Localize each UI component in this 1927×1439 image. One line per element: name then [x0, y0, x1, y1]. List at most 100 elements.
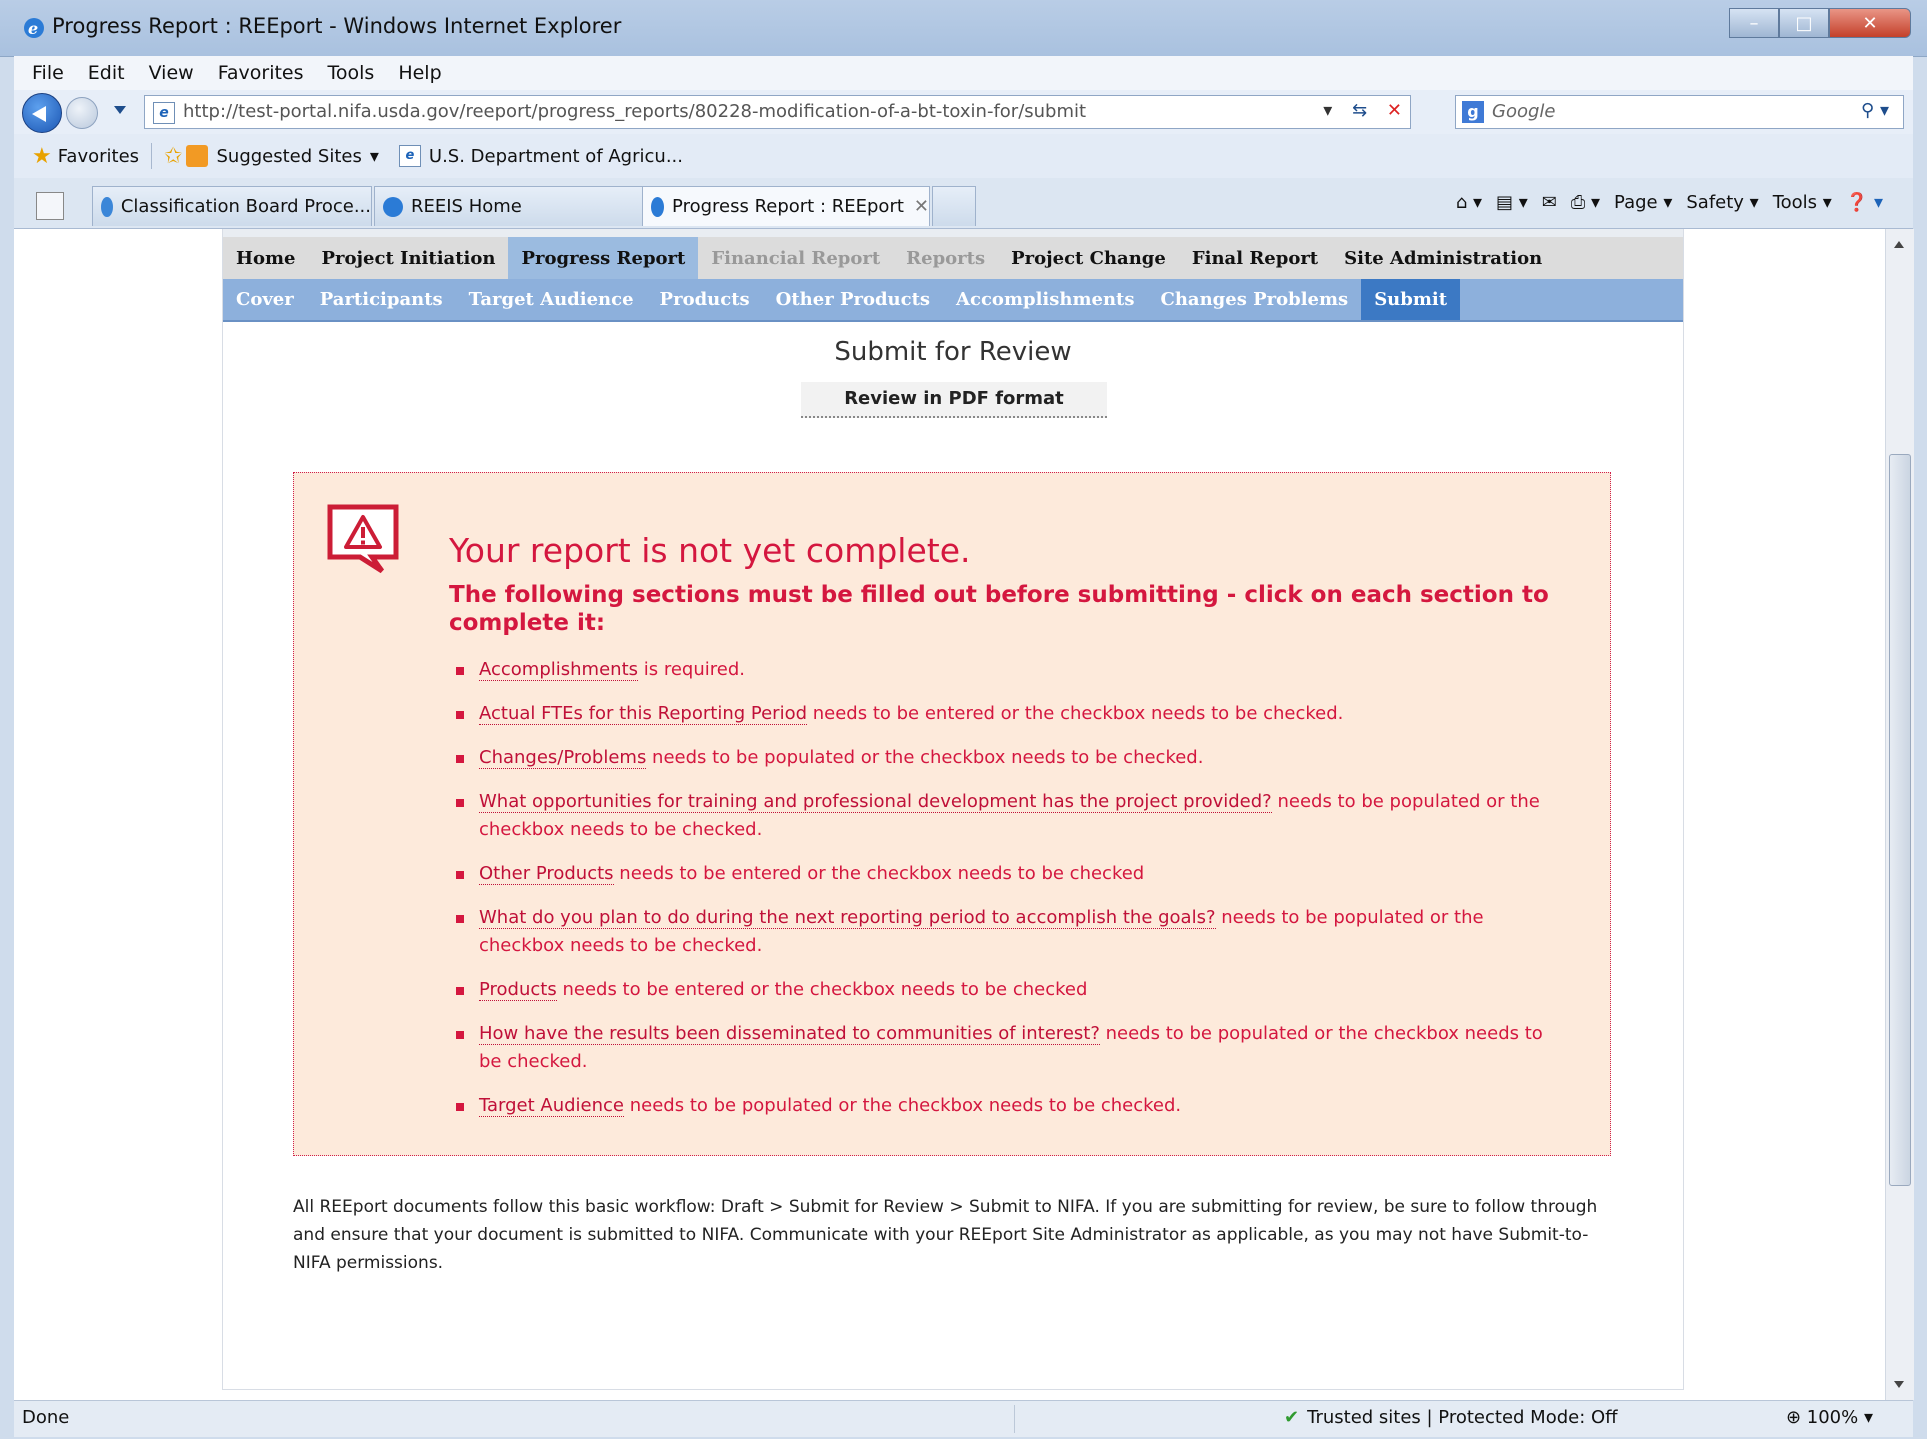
subnav-target-audience[interactable]: Target Audience [456, 279, 647, 320]
menu-edit[interactable]: Edit [88, 62, 125, 84]
nav-reports: Reports [906, 247, 986, 269]
address-bar[interactable]: e http://test-portal.nifa.usda.gov/reepo… [144, 95, 1411, 129]
back-button[interactable] [22, 93, 62, 133]
tools-menu[interactable]: Tools ▾ [1773, 192, 1832, 213]
link-changes-problems[interactable]: Changes/Problems [479, 747, 647, 769]
print-icon[interactable]: ⎙ ▾ [1571, 192, 1600, 213]
vertical-scrollbar[interactable] [1885, 229, 1914, 1400]
menu-view[interactable]: View [149, 62, 194, 84]
usda-page-icon: e [398, 145, 421, 167]
page-menu-label: Page [1614, 192, 1658, 213]
add-favorites-icon[interactable]: ✩ [164, 144, 182, 169]
list-item: What do you plan to do during the next r… [449, 904, 1569, 960]
title-bar: e Progress Report : REEport - Windows In… [0, 0, 1927, 57]
suggested-sites-link[interactable]: Suggested Sites [216, 146, 361, 167]
suggested-sites-dropdown-icon[interactable]: ▾ [370, 146, 379, 167]
refresh-icon[interactable]: ⇆ [1352, 100, 1367, 121]
new-tab-button[interactable] [932, 186, 976, 226]
page-content: Home Project Initiation Progress Report … [222, 229, 1684, 1390]
page-viewport: Home Project Initiation Progress Report … [14, 229, 1885, 1400]
warning-icon [327, 504, 399, 574]
subnav-cover[interactable]: Cover [223, 279, 307, 320]
tab-row: Classification Board Proce... REEIS Home… [14, 178, 1913, 229]
list-item: What opportunities for training and prof… [449, 788, 1569, 844]
favorites-bar: ★ Favorites ✩ Suggested Sites ▾ e U.S. D… [14, 134, 1913, 178]
list-item: Other Products needs to be entered or th… [449, 860, 1569, 888]
quick-tabs-icon[interactable] [36, 192, 64, 220]
feeds-icon[interactable]: ▤ ▾ [1496, 192, 1528, 213]
forward-button[interactable] [66, 97, 98, 129]
subnav-accomplishments[interactable]: Accomplishments [943, 279, 1147, 320]
tools-menu-label: Tools [1772, 192, 1818, 213]
tab-label: Progress Report : REEport [672, 196, 904, 217]
scroll-down-arrow-icon[interactable] [1894, 1381, 1904, 1388]
list-item: How have the results been disseminated t… [449, 1020, 1569, 1076]
zoom-text: 100% [1806, 1407, 1859, 1428]
nav-final-report[interactable]: Final Report [1179, 237, 1331, 279]
command-bar: ⌂ ▾ ▤ ▾ ✉ ⎙ ▾ Page ▾ Safety ▾ Tools ▾ ❓ … [1442, 192, 1883, 213]
help-icon[interactable]: ❓ ▾ [1846, 192, 1883, 213]
link-products[interactable]: Products [479, 979, 557, 1001]
scroll-thumb[interactable] [1889, 454, 1911, 1186]
search-icon[interactable]: ⚲ ▾ [1861, 100, 1889, 121]
subnav-other-products[interactable]: Other Products [763, 279, 943, 320]
zone-text: Trusted sites | Protected Mode: Off [1307, 1407, 1618, 1428]
google-icon: g [1462, 101, 1484, 123]
subnav-submit[interactable]: Submit [1361, 279, 1461, 320]
tab-classification-board[interactable]: Classification Board Proce... [92, 186, 372, 226]
link-next-period-plans[interactable]: What do you plan to do during the next r… [479, 907, 1216, 929]
item-text: needs to be populated or the checkbox ne… [646, 747, 1204, 768]
nav-home[interactable]: Home [223, 237, 309, 279]
safety-menu-label: Safety [1686, 192, 1744, 213]
stop-icon[interactable]: ✕ [1387, 100, 1402, 121]
menu-help[interactable]: Help [398, 62, 441, 84]
security-zone[interactable]: ✔ Trusted sites | Protected Mode: Off [1284, 1407, 1618, 1428]
nav-progress-report[interactable]: Progress Report [508, 237, 699, 279]
history-dropdown-icon[interactable] [114, 106, 126, 114]
item-text: needs to be populated or the checkbox ne… [624, 1095, 1182, 1116]
link-training-opportunities[interactable]: What opportunities for training and prof… [479, 791, 1272, 813]
search-input[interactable]: Google [1492, 101, 1555, 122]
url-text[interactable]: http://test-portal.nifa.usda.gov/reeport… [183, 101, 1086, 122]
safety-menu[interactable]: Safety ▾ [1686, 192, 1758, 213]
search-box[interactable]: g Google ⚲ ▾ [1455, 95, 1904, 129]
nav-project-initiation[interactable]: Project Initiation [309, 237, 509, 279]
menu-tools[interactable]: Tools [328, 62, 375, 84]
mail-icon[interactable]: ✉ [1542, 192, 1557, 213]
page-menu[interactable]: Page ▾ [1614, 192, 1672, 213]
maximize-button[interactable]: □ [1779, 8, 1829, 38]
favorites-button[interactable]: Favorites [58, 146, 139, 167]
tab-progress-report[interactable]: Progress Report : REEport ✕ [642, 186, 930, 226]
status-text: Done [22, 1407, 70, 1428]
nav-project-change[interactable]: Project Change [998, 237, 1179, 279]
incomplete-report-alert: Your report is not yet complete. The fol… [293, 472, 1611, 1156]
menu-file[interactable]: File [32, 62, 64, 84]
subnav-participants[interactable]: Participants [307, 279, 456, 320]
close-tab-icon[interactable]: ✕ [914, 196, 929, 217]
dropdown-arrow-icon[interactable]: ▾ [1323, 100, 1332, 121]
list-item: Accomplishments is required. [449, 656, 1569, 684]
home-icon[interactable]: ⌂ ▾ [1456, 192, 1482, 213]
usda-favorite-link[interactable]: U.S. Department of Agricu... [429, 146, 683, 167]
review-pdf-button[interactable]: Review in PDF format [801, 382, 1107, 418]
link-other-products[interactable]: Other Products [479, 863, 614, 885]
scroll-up-arrow-icon[interactable] [1894, 241, 1904, 248]
minimize-button[interactable]: – [1729, 8, 1779, 38]
link-accomplishments[interactable]: Accomplishments [479, 659, 639, 681]
list-item: Products needs to be entered or the chec… [449, 976, 1569, 1004]
subnav-changes-problems[interactable]: Changes Problems [1148, 279, 1362, 320]
tab-reeis-home[interactable]: REEIS Home [374, 186, 654, 226]
link-target-audience[interactable]: Target Audience [479, 1095, 625, 1117]
browser-window: e Progress Report : REEport - Windows In… [0, 0, 1927, 1439]
zoom-level[interactable]: ⊕ 100% ▾ [1786, 1407, 1873, 1428]
nav-site-administration[interactable]: Site Administration [1331, 237, 1555, 279]
menu-favorites[interactable]: Favorites [218, 62, 304, 84]
link-results-disseminated[interactable]: How have the results been disseminated t… [479, 1023, 1100, 1045]
subnav-products[interactable]: Products [647, 279, 763, 320]
page-icon: e [153, 102, 175, 124]
primary-nav: Home Project Initiation Progress Report … [223, 229, 1683, 279]
item-text: needs to be entered or the checkbox need… [807, 703, 1344, 724]
link-actual-ftes[interactable]: Actual FTEs for this Reporting Period [479, 703, 808, 725]
alert-subheading: The following sections must be filled ou… [449, 582, 1549, 636]
close-button[interactable]: ✕ [1829, 8, 1911, 38]
